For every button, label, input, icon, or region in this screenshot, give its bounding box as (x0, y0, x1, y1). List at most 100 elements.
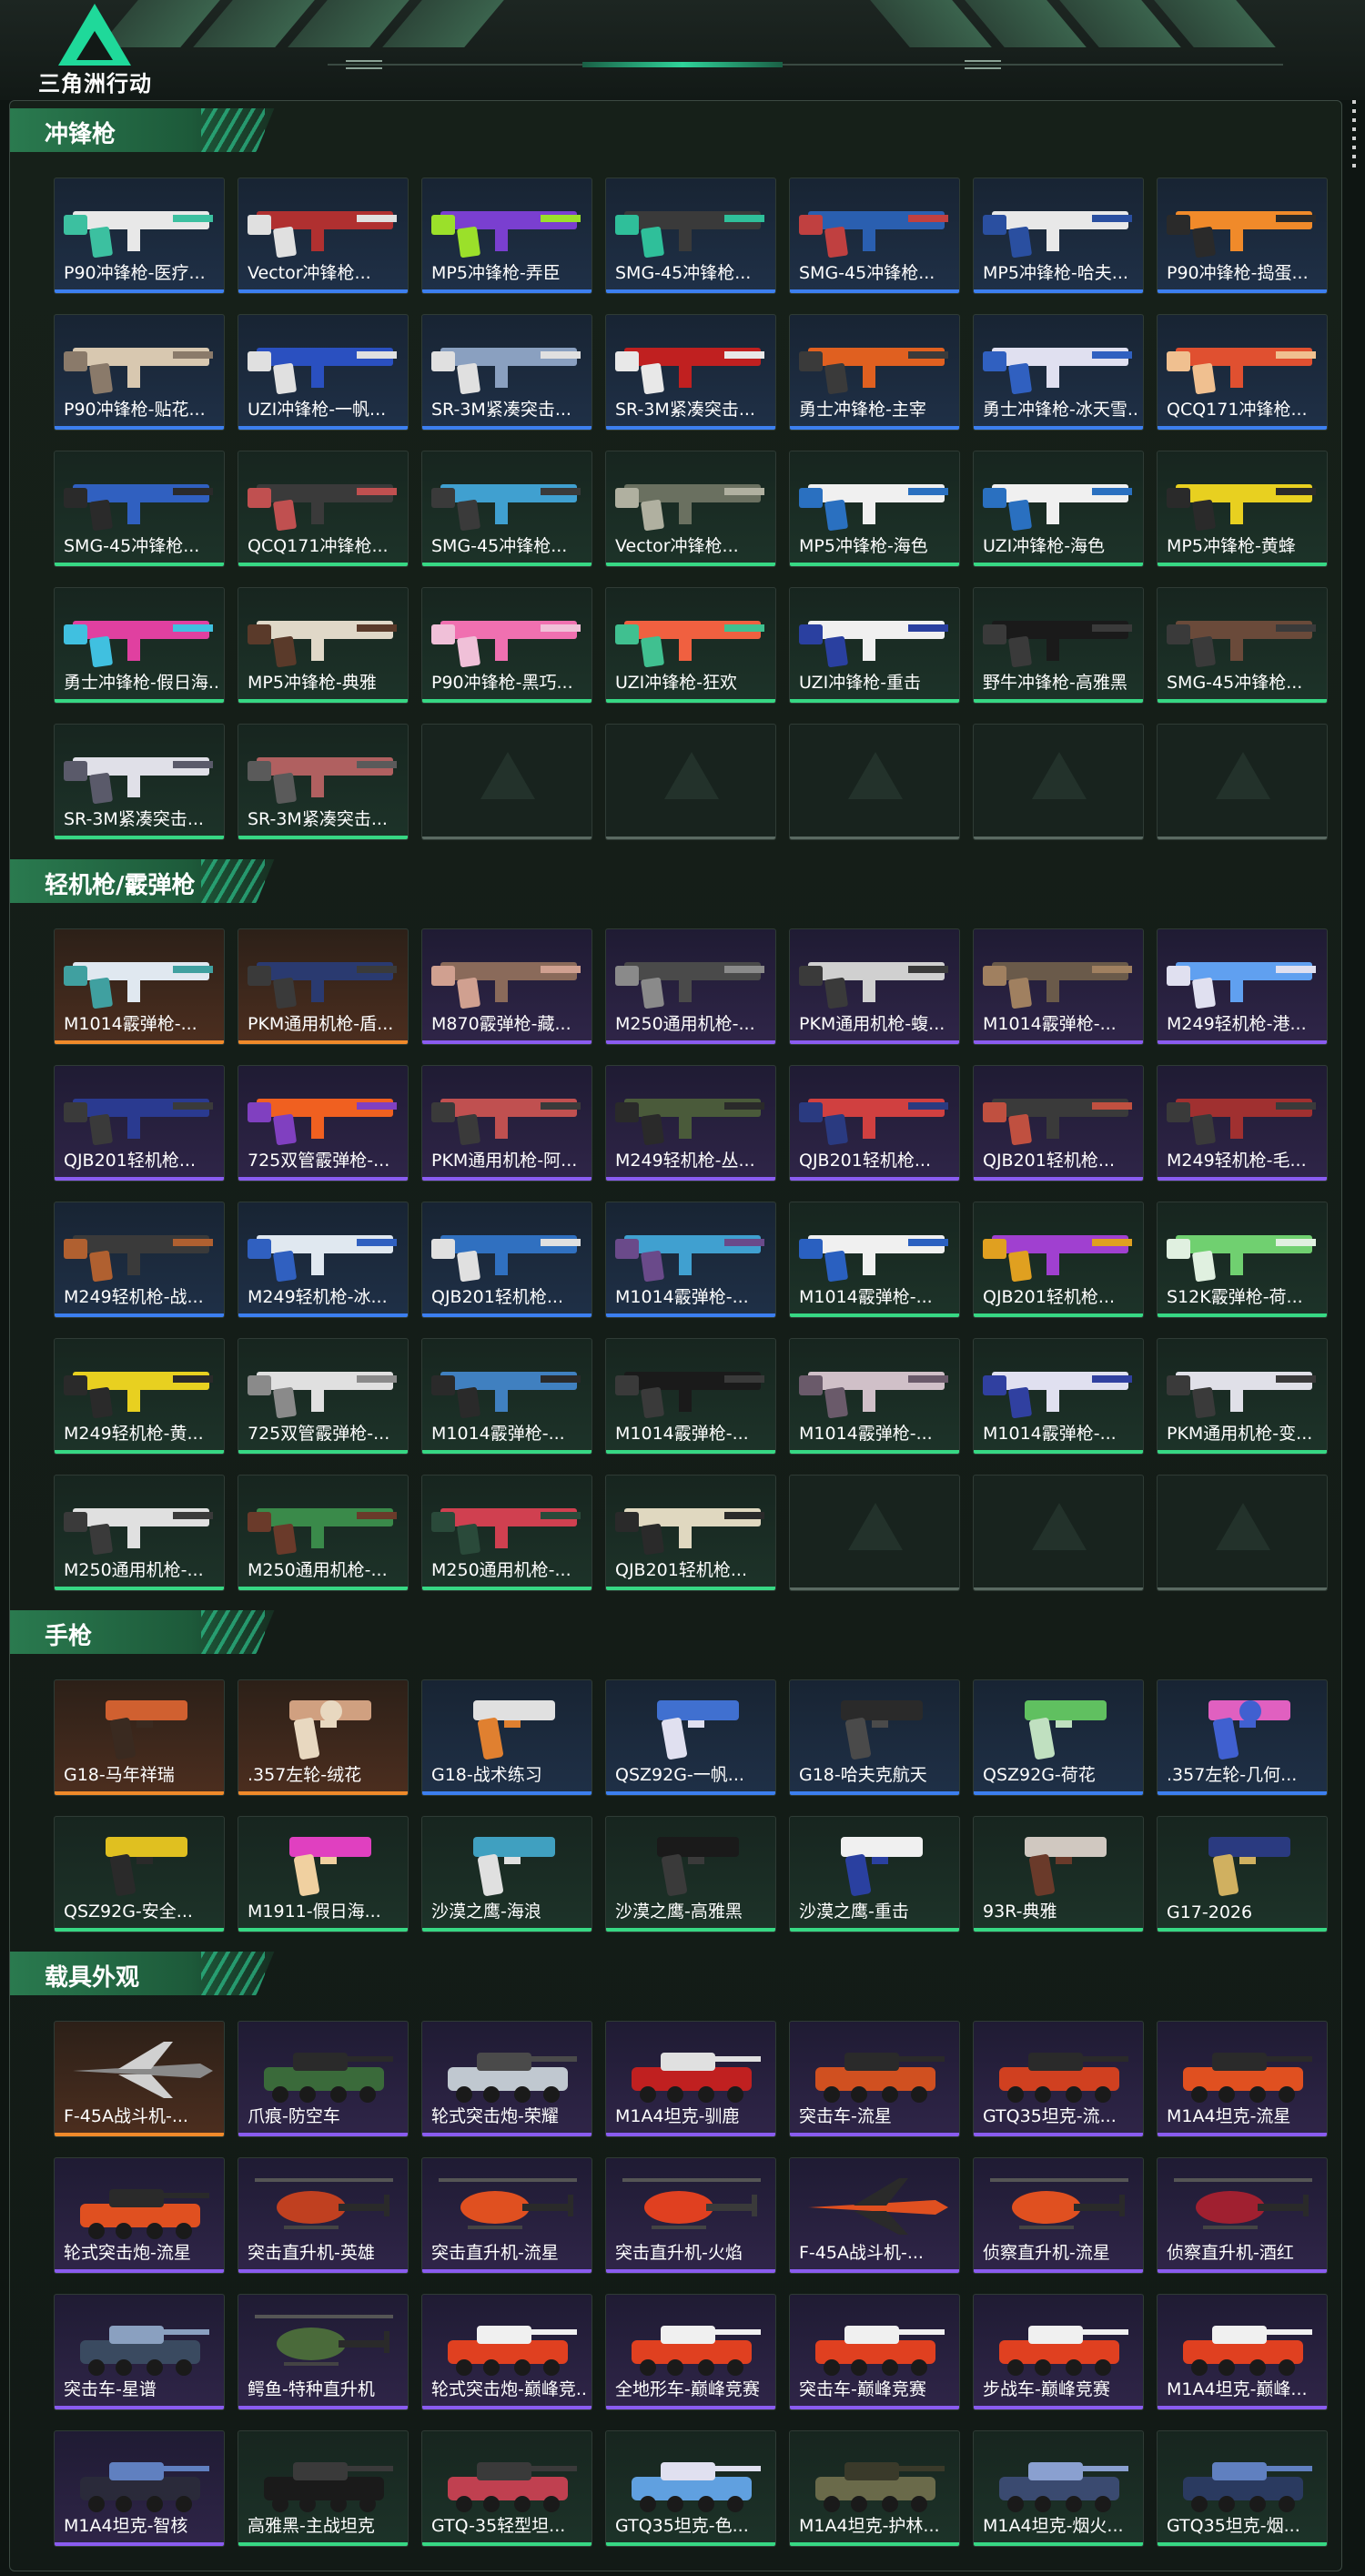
skin-card[interactable]: M870霰弹枪-藏... (421, 928, 592, 1045)
skin-card[interactable]: 突击车-星谱 (54, 2294, 225, 2410)
skin-card[interactable]: P90冲锋枪-贴花... (54, 314, 225, 431)
skin-card[interactable]: 突击直升机-英雄 (238, 2157, 409, 2274)
skin-card[interactable]: G18-马年祥瑞 (54, 1679, 225, 1796)
skin-card[interactable]: .357左轮-绒花 (238, 1679, 409, 1796)
skin-card[interactable]: 轮式突击炮-巅峰竞... (421, 2294, 592, 2410)
skin-card[interactable]: 轮式突击炮-流星 (54, 2157, 225, 2274)
skin-card[interactable]: 步战车-巅峰竞赛 (973, 2294, 1144, 2410)
skin-card[interactable]: QSZ92G-荷花 (973, 1679, 1144, 1796)
skin-card[interactable]: 勇士冲锋枪-主宰 (789, 314, 960, 431)
skin-card[interactable]: SR-3M紧凑突击... (421, 314, 592, 431)
skin-card[interactable]: M1A4坦克-智核 (54, 2430, 225, 2547)
skin-card[interactable]: M1A4坦克-烟火... (973, 2430, 1144, 2547)
skin-card[interactable]: M1A4坦克-驯鹿 (605, 2021, 776, 2137)
skin-card[interactable]: 725双管霰弹枪-... (238, 1065, 409, 1182)
skin-card[interactable]: M1014霰弹枪-... (973, 928, 1144, 1045)
skin-card[interactable]: P90冲锋枪-黑巧... (421, 587, 592, 704)
skin-card[interactable]: 725双管霰弹枪-... (238, 1338, 409, 1455)
skin-card[interactable]: MP5冲锋枪-哈夫... (973, 177, 1144, 294)
skin-card[interactable]: Vector冲锋枪... (238, 177, 409, 294)
skin-card[interactable]: PKM通用机枪-变... (1157, 1338, 1328, 1455)
skin-card[interactable]: F-45A战斗机-... (54, 2021, 225, 2137)
skin-card[interactable]: SMG-45冲锋枪... (789, 177, 960, 294)
skin-card[interactable]: M249轻机枪-战... (54, 1202, 225, 1318)
skin-card[interactable]: 勇士冲锋枪-假日海... (54, 587, 225, 704)
skin-card[interactable]: M1014霰弹枪-... (789, 1202, 960, 1318)
skin-card[interactable]: 突击直升机-流星 (421, 2157, 592, 2274)
skin-card[interactable]: 鳄鱼-特种直升机 (238, 2294, 409, 2410)
skin-card[interactable]: QJB201轻机枪... (973, 1065, 1144, 1182)
skin-card[interactable]: M249轻机枪-毛... (1157, 1065, 1328, 1182)
skin-card[interactable]: 沙漠之鹰-重击 (789, 1816, 960, 1932)
skin-card[interactable]: SMG-45冲锋枪... (421, 451, 592, 567)
skin-card[interactable]: QJB201轻机枪... (421, 1202, 592, 1318)
skin-card[interactable]: P90冲锋枪-医疗... (54, 177, 225, 294)
skin-card[interactable]: M250通用机枪-... (421, 1475, 592, 1591)
skin-card[interactable]: SMG-45冲锋枪... (1157, 587, 1328, 704)
skin-card[interactable]: 野牛冲锋枪-高雅黑 (973, 587, 1144, 704)
skin-card[interactable]: Vector冲锋枪... (605, 451, 776, 567)
skin-card[interactable]: M250通用机枪-... (605, 928, 776, 1045)
skin-card[interactable]: QJB201轻机枪... (973, 1202, 1144, 1318)
skin-card[interactable]: SR-3M紧凑突击... (54, 724, 225, 840)
skin-card[interactable]: SR-3M紧凑突击... (605, 314, 776, 431)
skin-card[interactable]: UZI冲锋枪-重击 (789, 587, 960, 704)
skin-card[interactable]: QSZ92G-安全... (54, 1816, 225, 1932)
skin-card[interactable]: QSZ92G-一帆... (605, 1679, 776, 1796)
skin-card[interactable]: M1014霰弹枪-... (605, 1202, 776, 1318)
skin-card[interactable]: MP5冲锋枪-弄臣 (421, 177, 592, 294)
skin-card[interactable]: M1A4坦克-巅峰... (1157, 2294, 1328, 2410)
skin-card[interactable]: GTQ35坦克-流... (973, 2021, 1144, 2137)
skin-card[interactable]: 突击车-流星 (789, 2021, 960, 2137)
skin-card[interactable]: 高雅黑-主战坦克 (238, 2430, 409, 2547)
skin-card[interactable]: QCQ171冲锋枪... (238, 451, 409, 567)
skin-card[interactable]: G18-哈夫克航天 (789, 1679, 960, 1796)
skin-card[interactable]: PKM通用机枪-盾... (238, 928, 409, 1045)
skin-card[interactable]: 轮式突击炮-荣耀 (421, 2021, 592, 2137)
skin-card[interactable]: 突击直升机-火焰 (605, 2157, 776, 2274)
scrollbar[interactable] (1352, 100, 1356, 173)
skin-card[interactable]: 93R-典雅 (973, 1816, 1144, 1932)
skin-card[interactable]: QJB201轻机枪... (605, 1475, 776, 1591)
skin-card[interactable]: M1014霰弹枪-... (605, 1338, 776, 1455)
skin-card[interactable]: M1014霰弹枪-... (54, 928, 225, 1045)
skin-card[interactable]: S12K霰弹枪-荷... (1157, 1202, 1328, 1318)
skin-card[interactable]: G17-2026 (1157, 1816, 1328, 1932)
skin-card[interactable]: QJB201轻机枪... (54, 1065, 225, 1182)
skin-card[interactable]: G18-战术练习 (421, 1679, 592, 1796)
skin-card[interactable]: SMG-45冲锋枪... (605, 177, 776, 294)
skin-card[interactable]: M1A4坦克-流星 (1157, 2021, 1328, 2137)
skin-card[interactable]: GTQ-35轻型坦... (421, 2430, 592, 2547)
skin-card[interactable]: M250通用机枪-... (54, 1475, 225, 1591)
skin-card[interactable]: 沙漠之鹰-高雅黑 (605, 1816, 776, 1932)
skin-card[interactable]: 侦察直升机-酒红 (1157, 2157, 1328, 2274)
skin-card[interactable]: M1014霰弹枪-... (421, 1338, 592, 1455)
skin-card[interactable]: M249轻机枪-丛... (605, 1065, 776, 1182)
skin-card[interactable]: M1014霰弹枪-... (789, 1338, 960, 1455)
skin-card[interactable]: P90冲锋枪-捣蛋... (1157, 177, 1328, 294)
skin-card[interactable]: UZI冲锋枪-狂欢 (605, 587, 776, 704)
skin-card[interactable]: QCQ171冲锋枪... (1157, 314, 1328, 431)
skin-card[interactable]: M250通用机枪-... (238, 1475, 409, 1591)
skin-card[interactable]: M1911-假日海... (238, 1816, 409, 1932)
skin-card[interactable]: 沙漠之鹰-海浪 (421, 1816, 592, 1932)
skin-card[interactable]: 爪痕-防空车 (238, 2021, 409, 2137)
skin-card[interactable]: PKM通用机枪-蝮... (789, 928, 960, 1045)
skin-card[interactable]: 勇士冲锋枪-冰天雪... (973, 314, 1144, 431)
skin-card[interactable]: MP5冲锋枪-海色 (789, 451, 960, 567)
skin-card[interactable]: F-45A战斗机-... (789, 2157, 960, 2274)
skin-card[interactable]: 侦察直升机-流星 (973, 2157, 1144, 2274)
skin-card[interactable]: MP5冲锋枪-典雅 (238, 587, 409, 704)
skin-card[interactable]: 突击车-巅峰竞赛 (789, 2294, 960, 2410)
skin-card[interactable]: 全地形车-巅峰竞赛 (605, 2294, 776, 2410)
skin-card[interactable]: SR-3M紧凑突击... (238, 724, 409, 840)
skin-card[interactable]: GTQ35坦克-烟... (1157, 2430, 1328, 2547)
skin-card[interactable]: M249轻机枪-黄... (54, 1338, 225, 1455)
skin-card[interactable]: SMG-45冲锋枪... (54, 451, 225, 567)
skin-card[interactable]: QJB201轻机枪... (789, 1065, 960, 1182)
skin-card[interactable]: MP5冲锋枪-黄蜂 (1157, 451, 1328, 567)
skin-card[interactable]: .357左轮-几何... (1157, 1679, 1328, 1796)
skin-card[interactable]: M1014霰弹枪-... (973, 1338, 1144, 1455)
skin-card[interactable]: UZI冲锋枪-一帆... (238, 314, 409, 431)
skin-card[interactable]: M249轻机枪-冰... (238, 1202, 409, 1318)
